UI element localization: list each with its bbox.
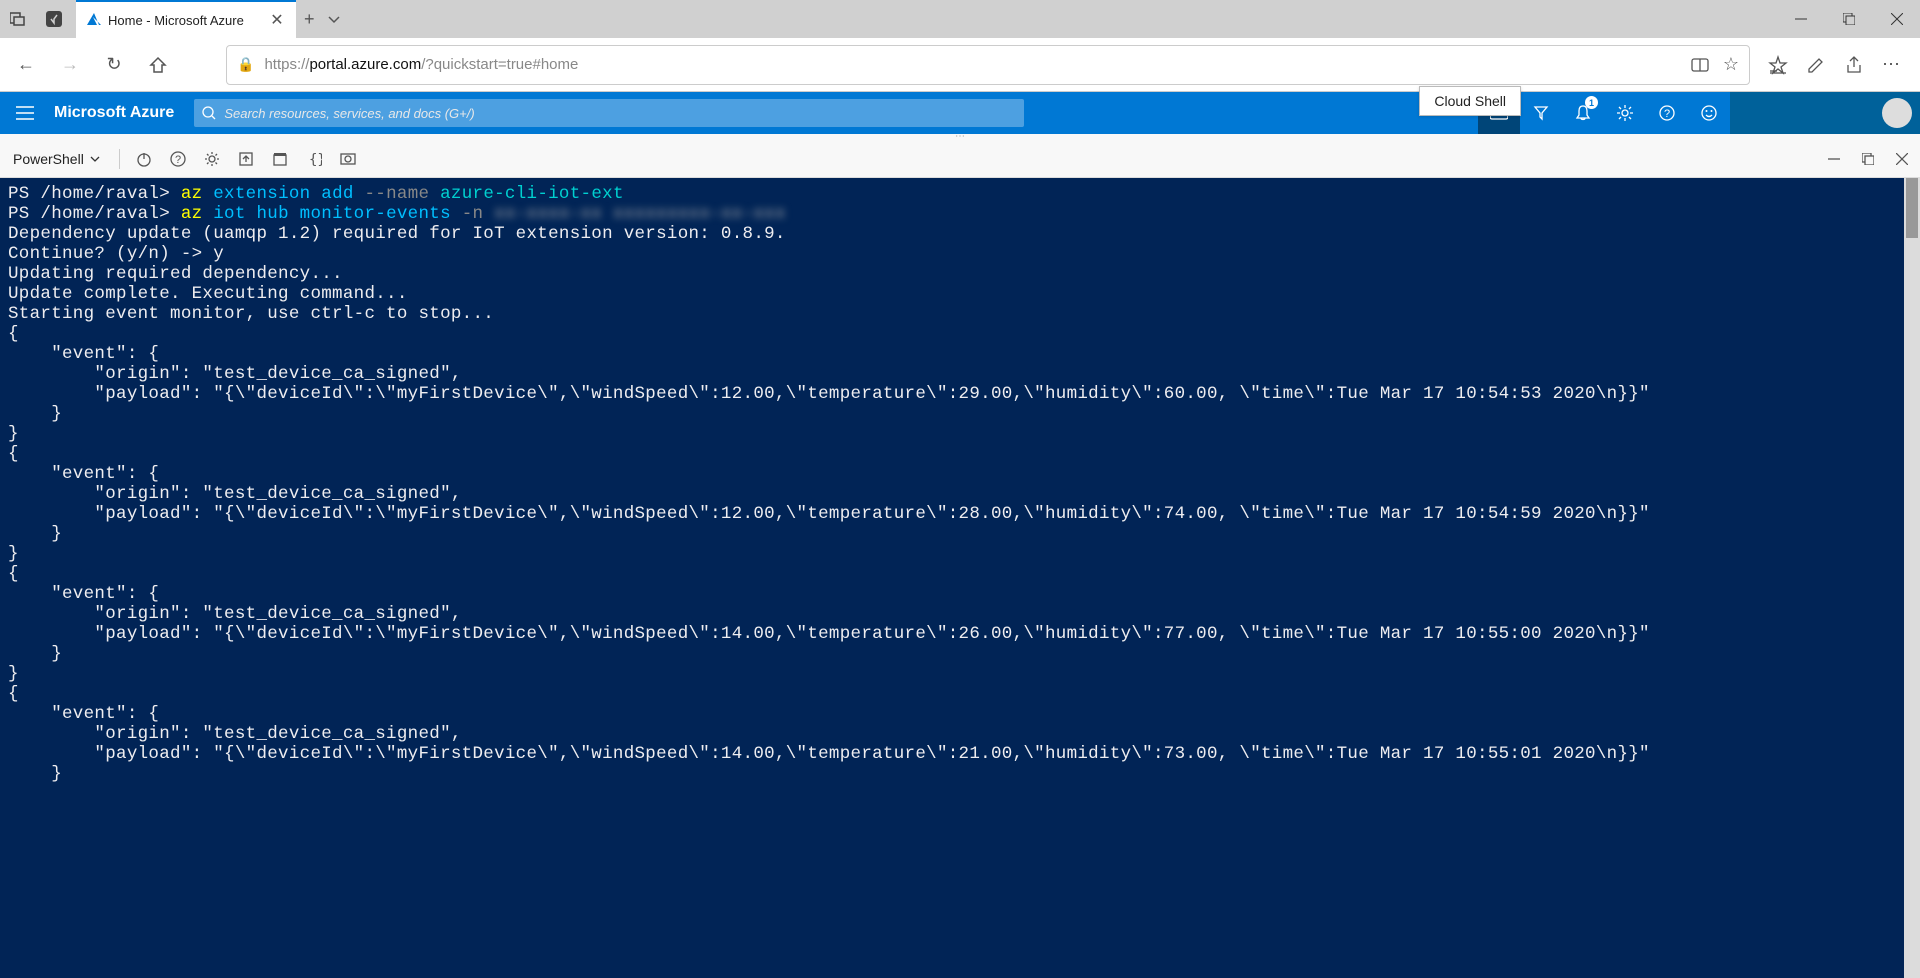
url-text: https://portal.azure.com/?quickstart=tru… (264, 56, 578, 73)
shell-help-button[interactable]: ? (164, 145, 192, 173)
new-tab-button[interactable]: + (304, 9, 315, 30)
menu-button[interactable] (0, 92, 50, 134)
editor-button[interactable]: {} (300, 145, 328, 173)
azure-header: Microsoft Azure 1 ? (0, 92, 1920, 134)
sync-icon[interactable] (40, 5, 68, 33)
close-window-button[interactable] (1874, 0, 1920, 38)
home-button[interactable] (138, 45, 178, 85)
scrollbar-thumb[interactable] (1906, 178, 1918, 238)
new-session-button[interactable] (266, 145, 294, 173)
azure-search[interactable] (194, 99, 1024, 127)
azure-search-input[interactable] (224, 106, 1016, 121)
divider (119, 149, 120, 169)
svg-text:?: ? (175, 154, 181, 166)
reading-view-icon[interactable] (1691, 56, 1709, 74)
web-preview-button[interactable] (334, 145, 362, 173)
azure-favicon-icon (86, 12, 102, 28)
shell-selector[interactable]: PowerShell (4, 147, 109, 171)
terminal-scrollbar[interactable] (1904, 178, 1920, 978)
account-area[interactable] (1730, 92, 1920, 134)
shell-selector-label: PowerShell (13, 151, 84, 167)
browser-tab[interactable]: Home - Microsoft Azure ✕ (76, 0, 296, 38)
task-view-icon[interactable] (4, 5, 32, 33)
minimize-button[interactable] (1778, 0, 1824, 38)
chevron-down-icon (90, 154, 100, 164)
cloud-shell-tooltip: Cloud Shell (1419, 86, 1521, 116)
cloud-shell-toolbar: PowerShell ? {} (0, 140, 1920, 178)
more-icon[interactable]: ⋯ (1882, 54, 1900, 75)
back-button[interactable]: ← (6, 45, 46, 85)
tab-title: Home - Microsoft Azure (108, 13, 262, 28)
azure-brand[interactable]: Microsoft Azure (50, 104, 194, 122)
favorites-icon[interactable] (1768, 55, 1788, 75)
search-icon (202, 106, 216, 120)
maximize-button[interactable] (1826, 0, 1872, 38)
notes-icon[interactable] (1806, 55, 1826, 75)
lock-icon: 🔒 (237, 56, 254, 73)
browser-address-row: ← → ↻ 🔒 https://portal.azure.com/?quicks… (0, 38, 1920, 92)
shell-settings-button[interactable] (198, 145, 226, 173)
terminal[interactable]: PS /home/raval> az extension add --name … (0, 178, 1920, 978)
share-icon[interactable] (1844, 55, 1864, 75)
tab-overflow-button[interactable] (327, 12, 341, 26)
feedback-button[interactable] (1688, 92, 1730, 134)
directory-filter-button[interactable] (1520, 92, 1562, 134)
upload-download-button[interactable] (232, 145, 260, 173)
help-button[interactable]: ? (1646, 92, 1688, 134)
close-icon[interactable]: ✕ (268, 11, 286, 29)
restart-shell-button[interactable] (130, 145, 158, 173)
svg-text:{}: {} (309, 152, 322, 167)
browser-tab-bar: Home - Microsoft Azure ✕ + (0, 0, 1920, 38)
notifications-button[interactable]: 1 (1562, 92, 1604, 134)
maximize-shell-button[interactable] (1854, 145, 1882, 173)
svg-text:?: ? (1664, 108, 1670, 120)
address-bar[interactable]: 🔒 https://portal.azure.com/?quickstart=t… (226, 45, 1750, 85)
settings-button[interactable] (1604, 92, 1646, 134)
notification-badge: 1 (1585, 96, 1598, 109)
avatar (1882, 98, 1912, 128)
close-shell-button[interactable] (1888, 145, 1916, 173)
minimize-shell-button[interactable] (1820, 145, 1848, 173)
forward-button[interactable]: → (50, 45, 90, 85)
favorite-star-icon[interactable]: ☆ (1723, 54, 1739, 75)
refresh-button[interactable]: ↻ (94, 45, 134, 85)
